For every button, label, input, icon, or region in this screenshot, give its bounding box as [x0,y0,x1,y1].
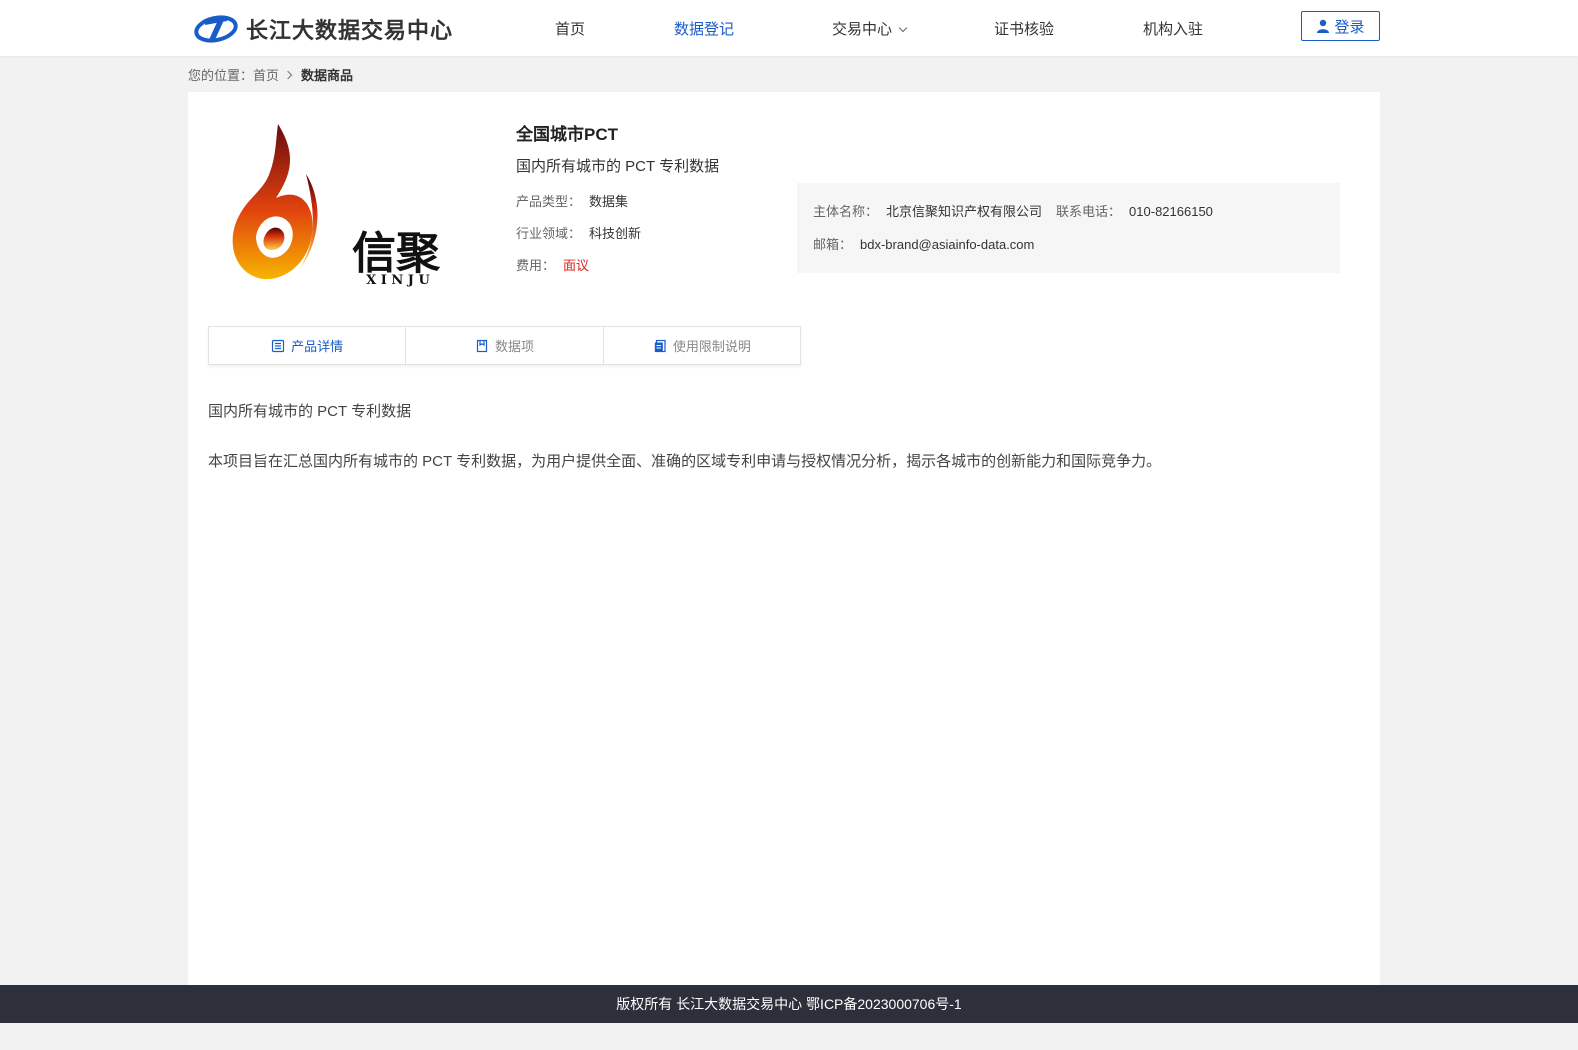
login-label: 登录 [1334,18,1365,36]
description-line-2: 本项目旨在汇总国内所有城市的 PCT 专利数据，为用户提供全面、准确的区域专利申… [208,453,1162,470]
tab-usage-restrictions-label: 使用限制说明 [672,339,751,354]
industry-row: 行业领域： 科技创新 [516,223,641,242]
breadcrumb-prefix: 您的位置： [188,68,254,83]
product-type-row: 产品类型： 数据集 [516,191,628,210]
entity-label: 主体名称： [813,204,879,219]
footer-copyright: 版权所有 长江大数据交易中心 鄂ICP备2023000706号-1 [616,996,962,1012]
phone-value: 010-82166150 [1129,204,1213,219]
chevron-right-icon [283,70,293,79]
nav-trade-center[interactable]: 交易中心 [832,18,908,39]
email-value: bdx-brand@asiainfo-data.com [860,237,1035,252]
contact-line-1: 主体名称： 北京信聚知识产权有限公司 联系电话： 010-82166150 [813,201,1324,220]
nav-institution-join[interactable]: 机构入驻 [1143,18,1203,39]
document-icon [654,339,666,352]
tab-product-details[interactable]: 产品详情 [209,327,407,364]
description-line-1: 国内所有城市的 PCT 专利数据 [208,403,412,420]
user-icon [1317,19,1330,33]
nav-data-registration[interactable]: 数据登记 [674,18,734,39]
detail-tabs: 产品详情 数据项 使用限制说明 [208,326,801,365]
product-type-value: 数据集 [589,194,629,209]
login-button[interactable]: 登录 [1301,11,1380,41]
entity-value: 北京信聚知识产权有限公司 [886,204,1043,219]
list-icon [272,339,285,352]
industry-label: 行业领域： [516,226,582,241]
fee-value: 面议 [563,258,590,273]
email-label: 邮箱： [813,237,853,252]
breadcrumb-home[interactable]: 首页 [253,65,279,84]
tab-data-items[interactable]: 数据项 [406,327,604,364]
contact-box: 主体名称： 北京信聚知识产权有限公司 联系电话： 010-82166150 邮箱： bd… [797,183,1340,273]
product-subtitle: 国内所有城市的 PCT 专利数据 [516,158,720,175]
tab-usage-restrictions[interactable]: 使用限制说明 [604,327,800,364]
product-title: 全国城市PCT [516,125,618,144]
footer: 版权所有 长江大数据交易中心 鄂ICP备2023000706号-1 [0,985,1578,1023]
product-card: 信聚 X I N J U 全国城市PCT 国内所有城市的 PCT 专利数据 产品… [188,92,1380,985]
product-type-label: 产品类型： [516,194,582,209]
xinju-logo-image: 信聚 X I N J U [232,124,441,288]
logo-en-text: X I N J U [366,273,430,288]
logo-cn-text: 信聚 [352,228,441,279]
contact-line-2: 邮箱： bdx-brand@asiainfo-data.com [813,234,1324,253]
chevron-down-icon [898,23,908,33]
fee-row: 费用： 面议 [516,255,589,274]
fee-label: 费用： [516,258,556,273]
tab-product-details-label: 产品详情 [291,339,344,354]
breadcrumb-current: 数据商品 [301,68,354,83]
breadcrumb: 您的位置： 首页 数据商品 [188,65,353,84]
bookmark-icon [476,339,488,352]
nav-trade-center-label: 交易中心 [832,21,893,38]
phone-label: 联系电话： [1056,204,1122,219]
tab-data-items-label: 数据项 [494,339,534,354]
top-header: 长江大数据交易中心 首页 数据登记 交易中心 证书核验 机构入驻 登录 [0,0,1578,56]
industry-value: 科技创新 [589,226,642,241]
nav-home[interactable]: 首页 [555,18,585,39]
product-info: 全国城市PCT 国内所有城市的 PCT 专利数据 [516,120,719,176]
nav-certificate-verify[interactable]: 证书核验 [994,18,1054,39]
